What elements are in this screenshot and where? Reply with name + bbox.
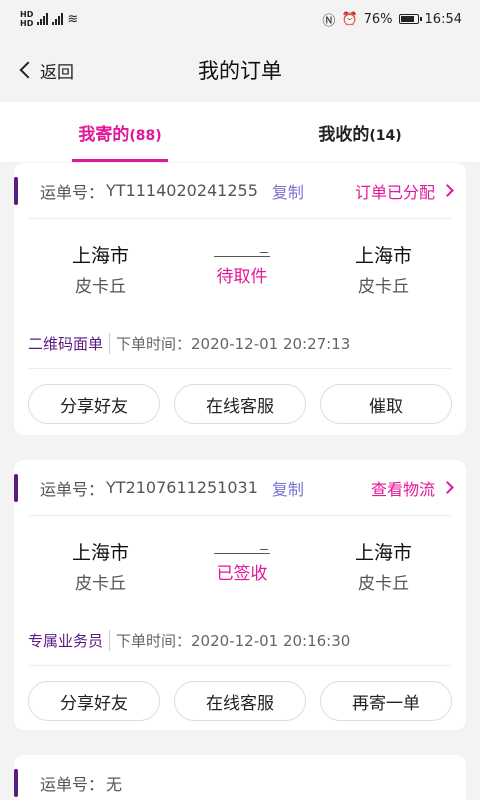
tab-received[interactable]: 我收的(14) bbox=[240, 102, 480, 162]
resend-button[interactable]: 再寄一单 bbox=[320, 681, 452, 721]
waybill-number: YT1114020241255 bbox=[106, 181, 258, 200]
destination-area: 皮卡丘 bbox=[357, 574, 409, 594]
battery-icon bbox=[398, 14, 422, 24]
card-accent-bar bbox=[14, 474, 18, 502]
waybill-number: 无 bbox=[106, 775, 123, 794]
back-button[interactable]: 返回 bbox=[18, 38, 74, 102]
chevron-right-icon bbox=[441, 184, 454, 197]
destination-city: 上海市 bbox=[354, 542, 412, 564]
arrow-right-icon bbox=[214, 252, 270, 260]
nfc-icon: Ⓝ bbox=[322, 13, 336, 29]
wifi-icon: ≋ bbox=[67, 11, 79, 27]
waybill-label: 运单号： bbox=[40, 479, 105, 499]
waybill-label: 运单号： bbox=[40, 182, 105, 202]
card-accent-bar bbox=[14, 769, 18, 797]
back-label: 返回 bbox=[40, 62, 74, 83]
signal-icon-2 bbox=[52, 13, 64, 25]
shipment-state: 待取件 bbox=[216, 266, 268, 287]
route-state: 待取件 bbox=[214, 252, 270, 287]
destination-area: 皮卡丘 bbox=[357, 277, 409, 297]
origin: 上海市 皮卡丘 bbox=[72, 241, 129, 297]
tab-sent-count: (88) bbox=[129, 127, 162, 144]
shipment-state: 已签收 bbox=[216, 563, 268, 584]
route: 上海市 皮卡丘 已签收 上海市 皮卡丘 bbox=[28, 516, 452, 616]
order-actions: 分享好友 在线客服 催取 bbox=[28, 369, 452, 439]
route-state: 已签收 bbox=[214, 549, 270, 584]
order-card: 运单号： 无 bbox=[14, 755, 466, 800]
order-meta: 二维码面单 下单时间：2020-12-01 20:27:13 bbox=[28, 319, 452, 369]
support-button[interactable]: 在线客服 bbox=[174, 384, 306, 424]
waybill-label: 运单号： bbox=[40, 775, 105, 794]
alarm-icon: ⏰ bbox=[341, 11, 358, 27]
chevron-right-icon bbox=[441, 481, 454, 494]
origin: 上海市 皮卡丘 bbox=[72, 538, 129, 594]
order-tabs: 我寄的(88) 我收的(14) bbox=[0, 102, 480, 162]
order-status: 查看物流 bbox=[370, 479, 435, 499]
signal-icon bbox=[37, 13, 49, 25]
origin-city: 上海市 bbox=[72, 542, 130, 564]
order-status-link[interactable]: 查看物流 bbox=[370, 476, 454, 500]
tab-sent[interactable]: 我寄的(88) bbox=[0, 102, 240, 162]
arrow-right-icon bbox=[214, 549, 270, 557]
order-tag: 专属业务员 bbox=[28, 630, 111, 651]
card-accent-bar bbox=[14, 177, 18, 205]
destination: 上海市 皮卡丘 bbox=[355, 538, 412, 594]
origin-city: 上海市 bbox=[72, 245, 130, 267]
waybill-number: YT2107611251031 bbox=[106, 478, 258, 497]
order-status: 订单已分配 bbox=[354, 182, 435, 202]
order-meta: 专属业务员 下单时间：2020-12-01 20:16:30 bbox=[28, 616, 452, 666]
order-status-link[interactable]: 订单已分配 bbox=[354, 179, 454, 203]
tab-sent-label: 我寄的 bbox=[78, 124, 130, 145]
order-time: 下单时间：2020-12-01 20:16:30 bbox=[116, 632, 351, 650]
order-card: 运单号： YT1114020241255 复制 订单已分配 上海市 皮卡丘 待取… bbox=[14, 163, 466, 435]
order-card: 运单号： YT2107611251031 复制 查看物流 上海市 皮卡丘 已签收… bbox=[14, 460, 466, 730]
tab-received-count: (14) bbox=[369, 127, 402, 144]
urge-pickup-button[interactable]: 催取 bbox=[320, 384, 452, 424]
destination-city: 上海市 bbox=[354, 245, 412, 267]
hd-icon: HD HD bbox=[20, 10, 34, 28]
order-tag: 二维码面单 bbox=[28, 333, 111, 354]
copy-button[interactable]: 复制 bbox=[272, 179, 304, 203]
origin-area: 皮卡丘 bbox=[75, 574, 126, 594]
page-title: 我的订单 bbox=[198, 59, 282, 83]
origin-area: 皮卡丘 bbox=[75, 277, 126, 297]
clock: 16:54 bbox=[424, 11, 462, 27]
route: 上海市 皮卡丘 待取件 上海市 皮卡丘 bbox=[28, 219, 452, 319]
status-bar: HD HD ≋ Ⓝ ⏰ 76% 16:54 bbox=[0, 0, 480, 38]
destination: 上海市 皮卡丘 bbox=[355, 241, 412, 297]
support-button[interactable]: 在线客服 bbox=[174, 681, 306, 721]
tab-received-label: 我收的 bbox=[318, 124, 370, 145]
chevron-left-icon bbox=[19, 61, 37, 79]
battery-percent: 76% bbox=[363, 11, 393, 27]
copy-button[interactable]: 复制 bbox=[272, 476, 304, 500]
share-button[interactable]: 分享好友 bbox=[28, 681, 160, 721]
share-button[interactable]: 分享好友 bbox=[28, 384, 160, 424]
order-time: 下单时间：2020-12-01 20:27:13 bbox=[116, 335, 351, 353]
order-actions: 分享好友 在线客服 再寄一单 bbox=[28, 666, 452, 736]
network-indicators: HD HD ≋ bbox=[20, 10, 78, 28]
app-header: 返回 我的订单 bbox=[0, 38, 480, 102]
